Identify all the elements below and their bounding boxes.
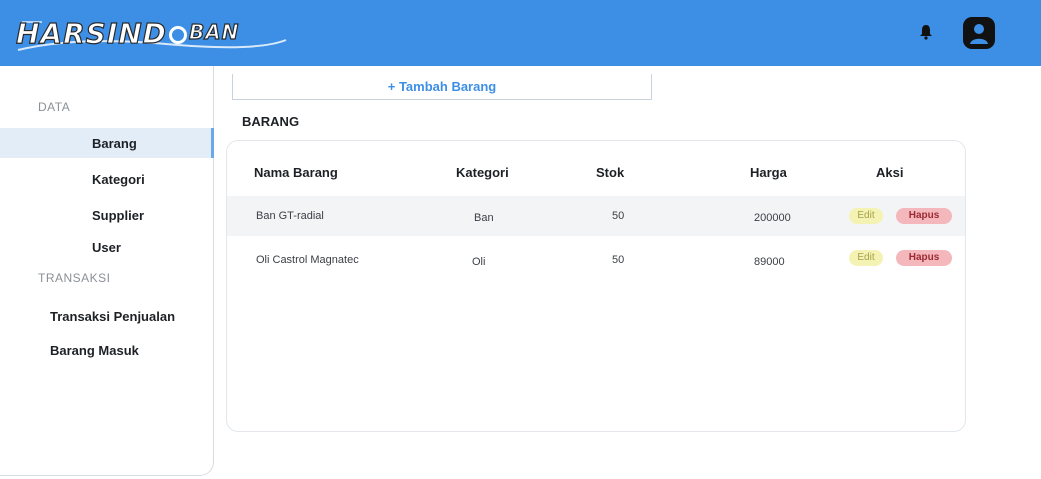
column-header-kategori: Kategori [456,165,509,180]
cell-nama: Ban GT-radial [256,210,324,222]
user-icon[interactable] [962,16,996,50]
sidebar: DATA Barang Kategori Supplier User TRANS… [0,66,214,476]
logo-text: HARSIND BAN [15,14,240,54]
bell-icon[interactable] [918,24,934,40]
sidebar-item-transaksi-penjualan[interactable]: Transaksi Penjualan [50,309,175,324]
add-item-button[interactable]: + Tambah Barang [232,74,652,100]
logo-main-text: HARSIND [15,16,167,50]
cell-harga: 200000 [754,212,791,224]
brand-logo[interactable]: HARSIND BAN [15,14,288,54]
sidebar-item-supplier[interactable]: Supplier [92,208,144,223]
cell-nama: Oli Castrol Magnatec [256,254,359,266]
column-header-harga: Harga [750,165,787,180]
column-header-nama: Nama Barang [254,165,338,180]
sidebar-section-data: DATA [38,100,71,114]
cell-kategori: Ban [474,212,494,224]
sidebar-item-barang-label[interactable]: Barang [92,136,137,151]
delete-button[interactable]: Hapus [896,208,952,224]
logo-tire-mark [168,26,187,44]
sidebar-item-barang-masuk[interactable]: Barang Masuk [50,343,139,358]
cell-stok: 50 [612,254,625,266]
column-header-stok: Stok [596,165,625,180]
page-title: BARANG [242,114,300,129]
cell-stok: 50 [612,210,625,222]
sidebar-item-user[interactable]: User [92,240,121,255]
delete-button[interactable]: Hapus [896,250,952,266]
sidebar-section-transaksi: TRANSAKSI [38,271,111,285]
cell-harga: 89000 [754,256,785,268]
logo-sub-text: BAN [188,19,240,44]
cell-kategori: Oli [472,256,486,268]
top-navbar: HARSIND BAN [0,0,1041,66]
table-card [226,140,966,432]
sidebar-item-kategori[interactable]: Kategori [92,172,145,187]
edit-button[interactable]: Edit [849,208,883,224]
column-header-aksi: Aksi [876,165,904,180]
edit-button[interactable]: Edit [849,250,883,266]
